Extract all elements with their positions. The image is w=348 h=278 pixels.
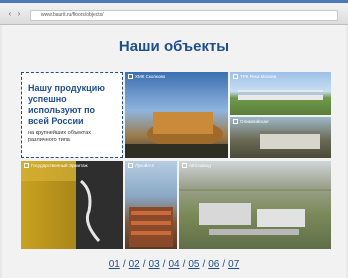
page-link-01[interactable]: 01 <box>109 259 120 270</box>
object-tile-hermitage[interactable]: Государственный Эрмитаж <box>21 161 123 249</box>
forward-icon[interactable]: › <box>15 10 23 18</box>
page-link-02[interactable]: 02 <box>129 259 140 270</box>
photo-icon <box>233 119 238 125</box>
url-text: www.baurit.ru/floors/objects/ <box>41 12 104 18</box>
photo-icon <box>128 163 133 169</box>
object-tile-skolkovo[interactable]: ХМК Сколково <box>125 72 228 158</box>
page-link-03[interactable]: 03 <box>149 259 160 270</box>
tile-label-hermitage: Государственный Эрмитаж <box>24 163 88 169</box>
avtozavod-photo <box>179 189 331 235</box>
browser-chrome: ‹ › www.baurit.ru/floors/objects/ <box>0 0 348 25</box>
tile-label-skolkovo: ХМК Сколково <box>128 74 165 80</box>
object-tile-olimpiyskaya[interactable]: Олимпийская <box>230 117 331 158</box>
photo-icon <box>24 163 29 169</box>
page-link-07[interactable]: 07 <box>228 259 239 270</box>
page-title: Наши объекты <box>118 38 230 55</box>
lukoil-photo <box>129 207 173 247</box>
hermitage-photo <box>21 161 123 249</box>
object-tile-reka-moskva[interactable]: ТРК Река Москва <box>230 72 331 115</box>
skolkovo-photo <box>125 112 228 158</box>
pagination: 01/02/03/04/05/06/07 <box>108 259 240 270</box>
tile-label-reka-moskva: ТРК Река Москва <box>233 74 276 80</box>
intro-box: Нашу продукцию успешно используют по все… <box>21 72 123 158</box>
window-top-line <box>0 0 348 3</box>
back-icon[interactable]: ‹ <box>6 10 14 18</box>
object-tile-lukoil[interactable]: Лукойл-2 <box>125 161 177 249</box>
page-content: Наши объекты Нашу продукцию успешно испо… <box>2 25 346 278</box>
page-link-05[interactable]: 05 <box>188 259 199 270</box>
photo-icon <box>182 163 187 169</box>
tile-label-avtozavod: Автозавод <box>182 163 211 169</box>
photo-icon <box>128 74 133 80</box>
address-bar[interactable]: www.baurit.ru/floors/objects/ <box>30 10 338 21</box>
tile-label-olimpiyskaya: Олимпийская <box>233 119 268 125</box>
intro-subtitle: на крупнейших объектах различного типа <box>28 130 91 143</box>
page-link-04[interactable]: 04 <box>168 259 179 270</box>
photo-icon <box>233 74 238 80</box>
object-tile-avtozavod[interactable]: Автозавод <box>179 161 331 249</box>
intro-heading: Нашу продукцию успешно используют по все… <box>28 83 105 126</box>
page-link-06[interactable]: 06 <box>208 259 219 270</box>
tile-label-lukoil: Лукойл-2 <box>128 163 154 169</box>
